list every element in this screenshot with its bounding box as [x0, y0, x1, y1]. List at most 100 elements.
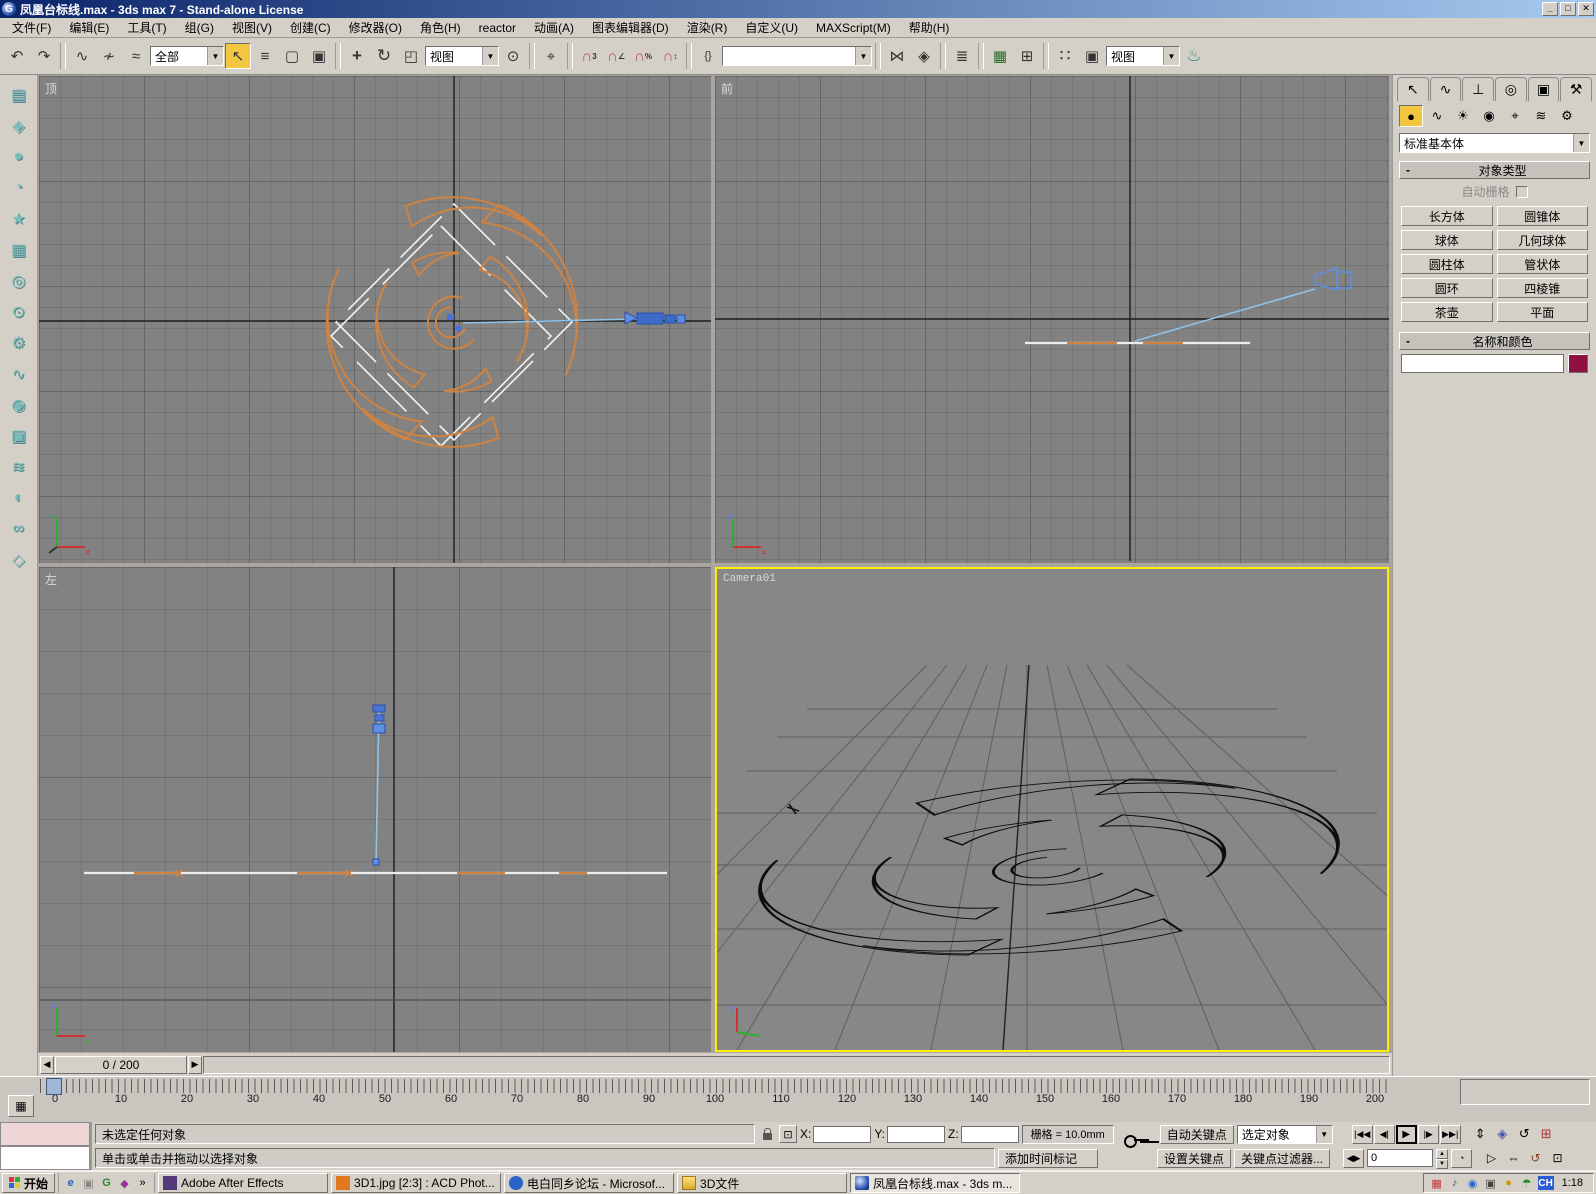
key-mode-toggle-icon[interactable]: ◀▶ — [1343, 1149, 1364, 1168]
select-and-rotate-icon[interactable]: ↻ — [371, 43, 397, 69]
category-shapes-icon[interactable]: ∿ — [1425, 105, 1449, 127]
category-spacewarps-icon[interactable]: ≋ — [1529, 105, 1553, 127]
time-configuration-icon[interactable]: ◔ — [1451, 1149, 1472, 1168]
tab-panel-icon[interactable]: ∿ — [6, 362, 32, 386]
tab-panel-icon[interactable]: ▦ — [6, 238, 32, 262]
chevron-down-icon[interactable]: ▼ — [1573, 134, 1589, 152]
primitive-button[interactable]: 四棱锥 — [1497, 278, 1589, 298]
material-editor-icon[interactable]: ∷ — [1052, 43, 1078, 69]
undo-icon[interactable]: ↶ — [4, 43, 30, 69]
named-selection-dropdown[interactable]: ▼ — [722, 46, 872, 66]
messenger-tray-icon[interactable]: ● — [1502, 1176, 1516, 1190]
menu-item[interactable]: 编辑(E) — [61, 17, 117, 38]
volume-tray-icon[interactable]: ♪ — [1448, 1176, 1462, 1190]
menu-item[interactable]: 动画(A) — [526, 17, 582, 38]
arc-rotate-icon[interactable]: ↺ — [1514, 1125, 1535, 1144]
object-name-input[interactable] — [1401, 354, 1564, 373]
app-quicklaunch-icon[interactable]: ◆ — [117, 1176, 132, 1191]
primitive-button[interactable]: 球体 — [1401, 230, 1493, 250]
menu-item[interactable]: 修改器(O) — [341, 17, 410, 38]
tab-panel-icon[interactable]: ≋ — [6, 455, 32, 479]
auto-key-button[interactable]: 自动关键点 — [1160, 1125, 1234, 1144]
viewport-left[interactable]: 左 — [39, 567, 711, 1052]
render-type-dropdown[interactable]: 视图 ▼ — [1106, 46, 1180, 66]
bind-to-space-warp-icon[interactable]: ≈ — [123, 43, 149, 69]
spinner-snap-icon[interactable]: ∩↕ — [657, 43, 683, 69]
name-color-rollout-header[interactable]: - 名称和颜色 — [1399, 332, 1590, 350]
rectangular-selection-region-icon[interactable]: ▢ — [279, 43, 305, 69]
track-bar-ruler[interactable] — [40, 1079, 1390, 1093]
set-key-icon[interactable] — [1117, 1135, 1157, 1145]
menu-item[interactable]: 组(G) — [177, 17, 222, 38]
current-frame-marker[interactable] — [46, 1078, 62, 1095]
render-scene-icon[interactable]: ▣ — [1079, 43, 1105, 69]
maximize-viewport-icon[interactable]: ⊡ — [1547, 1149, 1568, 1168]
tab-panel-icon[interactable]: ◈ — [6, 114, 32, 138]
primitive-button[interactable]: 管状体 — [1497, 254, 1589, 274]
tab-motion-icon[interactable]: ◎ — [1495, 77, 1527, 101]
tab-panel-icon[interactable]: ⚙ — [6, 331, 32, 355]
tab-panel-icon[interactable]: ◎ — [6, 269, 32, 293]
tab-panel-icon[interactable]: ▣ — [6, 424, 32, 448]
z-coordinate-input[interactable] — [961, 1126, 1019, 1143]
time-slider-thumb[interactable]: 0 / 200 — [55, 1056, 187, 1074]
tab-panel-icon[interactable]: ★ — [6, 207, 32, 231]
tab-utilities-icon[interactable]: ⚒ — [1560, 77, 1592, 101]
quicklaunch-overflow-icon[interactable]: » — [135, 1176, 150, 1191]
select-and-link-icon[interactable]: ∿ — [69, 43, 95, 69]
orbit-icon[interactable]: ↺ — [1525, 1149, 1546, 1168]
play-icon[interactable]: ▶ — [1396, 1125, 1417, 1144]
network-tray-icon[interactable]: ◉ — [1466, 1176, 1480, 1190]
menu-item[interactable]: 工具(T) — [119, 17, 174, 38]
language-indicator[interactable]: CH — [1538, 1176, 1554, 1190]
field-of-view-icon[interactable]: ▷ — [1481, 1149, 1502, 1168]
chevron-down-icon[interactable]: ▼ — [1316, 1126, 1332, 1143]
tab-display-icon[interactable]: ▣ — [1528, 77, 1560, 101]
menu-item[interactable]: 创建(C) — [282, 17, 339, 38]
tab-panel-icon[interactable]: ⊙ — [6, 300, 32, 324]
tab-panel-icon[interactable]: ◔ — [6, 176, 32, 200]
set-key-button[interactable]: 设置关键点 — [1157, 1149, 1231, 1168]
primitive-button[interactable]: 茶壶 — [1401, 302, 1493, 322]
taskbar-task-button[interactable]: 3D文件 — [677, 1173, 847, 1193]
tab-panel-icon[interactable]: ◐ — [6, 486, 32, 510]
selection-filter-dropdown[interactable]: 全部 ▼ — [150, 46, 224, 66]
y-coordinate-input[interactable] — [887, 1126, 945, 1143]
mirror-icon[interactable]: ⋈ — [884, 43, 910, 69]
maxscript-mini-listener[interactable] — [0, 1122, 92, 1170]
quick-render-icon[interactable]: ♨ — [1181, 43, 1207, 69]
tab-modify-icon[interactable]: ∿ — [1430, 77, 1462, 101]
display-tray-icon[interactable]: ▦ — [1430, 1176, 1444, 1190]
menu-item[interactable]: 角色(H) — [412, 17, 469, 38]
next-frame-icon[interactable]: |▶ — [1418, 1125, 1439, 1144]
chevron-down-icon[interactable]: ▼ — [482, 47, 498, 65]
zoom-extents-icon[interactable]: ◈ — [1492, 1125, 1513, 1144]
current-frame-input[interactable] — [1367, 1149, 1433, 1167]
menu-item[interactable]: MAXScript(M) — [808, 19, 899, 37]
frame-spinner[interactable]: ▲▼ — [1436, 1149, 1448, 1167]
tab-panel-icon[interactable]: ◇ — [6, 548, 32, 572]
taskbar-task-button[interactable]: 3D1.jpg [2:3] : ACD Phot... — [331, 1173, 501, 1193]
menu-item[interactable]: 帮助(H) — [901, 17, 958, 38]
absolute-mode-icon[interactable]: ⊡ — [779, 1125, 797, 1143]
viewport-top[interactable]: 顶 — [39, 76, 711, 563]
zoom-icon[interactable]: ⇕ — [1470, 1125, 1491, 1144]
menu-item[interactable]: 渲染(R) — [679, 17, 736, 38]
media-quicklaunch-icon[interactable]: G — [99, 1176, 114, 1191]
x-coordinate-input[interactable] — [813, 1126, 871, 1143]
chevron-down-icon[interactable]: ▼ — [1163, 47, 1179, 65]
primitive-button[interactable]: 平面 — [1497, 302, 1589, 322]
viewport-front[interactable]: 前 — [715, 76, 1389, 563]
viewport-camera01[interactable]: Camera01 — [715, 567, 1389, 1052]
redo-icon[interactable]: ↷ — [31, 43, 57, 69]
menu-item[interactable]: 文件(F) — [4, 17, 59, 38]
schematic-view-icon[interactable]: ⊞ — [1014, 43, 1040, 69]
primitive-button[interactable]: 圆锥体 — [1497, 206, 1589, 226]
pan-icon[interactable]: ⇔ — [1503, 1149, 1524, 1168]
curve-editor-icon[interactable]: ▦ — [987, 43, 1013, 69]
key-selection-dropdown[interactable]: 选定对象 ▼ — [1237, 1125, 1333, 1144]
category-geometry-icon[interactable]: ● — [1399, 105, 1423, 127]
add-time-tag-button[interactable]: 添加时间标记 — [998, 1149, 1098, 1168]
antivirus-umbrella-icon[interactable]: ☂ — [1520, 1176, 1534, 1190]
ie-quicklaunch-icon[interactable]: e — [63, 1176, 78, 1191]
